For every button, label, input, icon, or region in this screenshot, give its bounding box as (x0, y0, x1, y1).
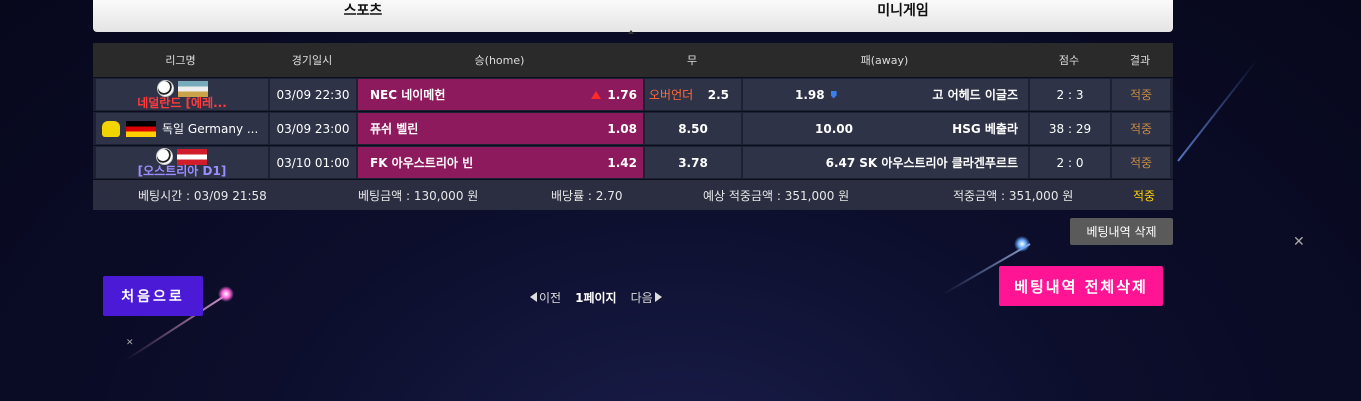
pagination: 이전 1페이지 다음 (530, 289, 662, 306)
arrow-left-icon (530, 292, 537, 302)
league-name: 네덜란드 [에레... (137, 96, 227, 110)
draw-value: 3.78 (645, 147, 741, 178)
result: 적중 (1112, 147, 1170, 178)
draw-cell: 오버언더 2.5 (645, 79, 741, 110)
away-team: SK 아우스트리아 클라겐푸르트 (859, 156, 1018, 170)
match-time: 03/10 01:00 (270, 147, 356, 178)
away-odds: 10.00 (815, 121, 853, 136)
home-odds: 1.08 (607, 121, 637, 136)
draw-value: 2.5 (707, 87, 729, 102)
table-row: 네덜란드 [에레... 03/09 22:30 NEC 네이메헌 1.76 오버… (93, 77, 1173, 111)
bet-amount: 베팅금액 : 130,000 원 (358, 188, 479, 203)
match-time: 03/09 22:30 (270, 79, 356, 110)
meteor-streak (1177, 57, 1259, 162)
over-under-label: 오버언더 (649, 88, 694, 102)
current-page: 1페이지 (575, 291, 617, 305)
meteor-glow (1014, 236, 1030, 252)
prev-page-link[interactable]: 이전 (530, 289, 561, 306)
odds-down-icon (830, 90, 837, 99)
away-team: HSG 베출라 (952, 122, 1018, 136)
sparkle-icon: ✕ (126, 338, 134, 348)
home-team: NEC 네이메헌 (370, 88, 446, 102)
header-league: 리그명 (165, 54, 196, 67)
away-odds-cell: 10.00 HSG 베출라 (743, 113, 1028, 144)
table-row: [오스트리아 D1] 03/10 01:00 FK 아우스트리아 빈 1.42 … (93, 145, 1173, 179)
jersey-icon (102, 120, 120, 137)
league-cell: 네덜란드 [에레... (96, 79, 268, 110)
away-odds: 6.47 (825, 155, 856, 170)
netherlands-flag-icon (177, 80, 208, 97)
arrow-right-icon (654, 292, 662, 302)
prev-label: 이전 (539, 291, 562, 305)
home-odds-cell: NEC 네이메헌 1.76 (358, 79, 643, 110)
meteor-glow (218, 286, 234, 302)
bet-odds: 배당률 : 2.70 (551, 188, 623, 203)
league-cell: [오스트리아 D1] (96, 147, 268, 178)
header-home: 승(home) (474, 54, 525, 67)
soccer-ball-icon (156, 80, 174, 97)
home-team: FK 아우스트리아 빈 (370, 156, 474, 170)
header-away: 패(away) (860, 54, 909, 67)
away-team: 고 어헤드 이글즈 (932, 88, 1018, 102)
austria-flag-icon (177, 148, 208, 165)
germany-flag-icon (126, 120, 156, 137)
tab-sports[interactable]: 스포츠 (93, 0, 633, 32)
expected-payout: 예상 적중금액 : 351,000 원 (703, 188, 850, 203)
next-label: 다음 (630, 291, 653, 305)
category-tabs: 스포츠 미니게임 (93, 0, 1173, 32)
delete-all-history-button[interactable]: 베팅내역 전체삭제 (999, 266, 1163, 306)
table-header: 리그명 경기일시 승(home) 무 패(away) 점수 결과 (93, 43, 1173, 77)
draw-value: 8.50 (645, 113, 741, 144)
tab-minigame[interactable]: 미니게임 (633, 0, 1173, 32)
result: 적중 (1112, 79, 1170, 110)
odds-up-icon (591, 90, 602, 99)
soccer-ball-icon (156, 148, 174, 165)
bet-summary: 베팅시간 : 03/09 21:58 베팅금액 : 130,000 원 배당률 … (93, 179, 1173, 210)
home-odds-cell: 퓨쉬 벨린 1.08 (358, 113, 643, 144)
header-score: 점수 (1058, 54, 1080, 67)
away-odds-cell: 6.47 SK 아우스트리아 클라겐푸르트 (743, 147, 1028, 178)
bet-time: 베팅시간 : 03/09 21:58 (138, 188, 267, 203)
league-name: 독일 Germany ... (162, 122, 259, 136)
sparkle-icon: ✕ (1293, 234, 1305, 250)
bet-status: 적중 (1133, 188, 1156, 203)
result: 적중 (1112, 113, 1170, 144)
home-odds: 1.76 (607, 87, 637, 102)
next-page-link[interactable]: 다음 (631, 289, 662, 306)
home-odds: 1.42 (607, 155, 637, 170)
header-draw: 무 (686, 54, 698, 67)
header-result: 결과 (1129, 54, 1151, 67)
match-time: 03/09 23:00 (270, 113, 356, 144)
home-odds-cell: FK 아우스트리아 빈 1.42 (358, 147, 643, 178)
score: 2 : 0 (1030, 147, 1110, 178)
league-name: [오스트리아 D1] (137, 164, 227, 178)
header-time: 경기일시 (291, 54, 333, 67)
away-odds: 1.98 (795, 87, 825, 102)
home-team: 퓨쉬 벨린 (370, 122, 419, 136)
won-amount: 적중금액 : 351,000 원 (953, 188, 1074, 203)
score: 38 : 29 (1030, 113, 1110, 144)
league-cell: 독일 Germany ... (96, 113, 268, 144)
away-odds-cell: 1.98 고 어헤드 이글즈 (743, 79, 1028, 110)
score: 2 : 3 (1030, 79, 1110, 110)
first-page-button[interactable]: 처음으로 (103, 276, 203, 316)
bet-history-table: 리그명 경기일시 승(home) 무 패(away) 점수 결과 네덜란드 [에… (93, 43, 1173, 210)
table-row: 독일 Germany ... 03/09 23:00 퓨쉬 벨린 1.08 8.… (93, 111, 1173, 145)
caret-icon (628, 30, 634, 34)
delete-history-button[interactable]: 베팅내역 삭제 (1070, 218, 1173, 245)
